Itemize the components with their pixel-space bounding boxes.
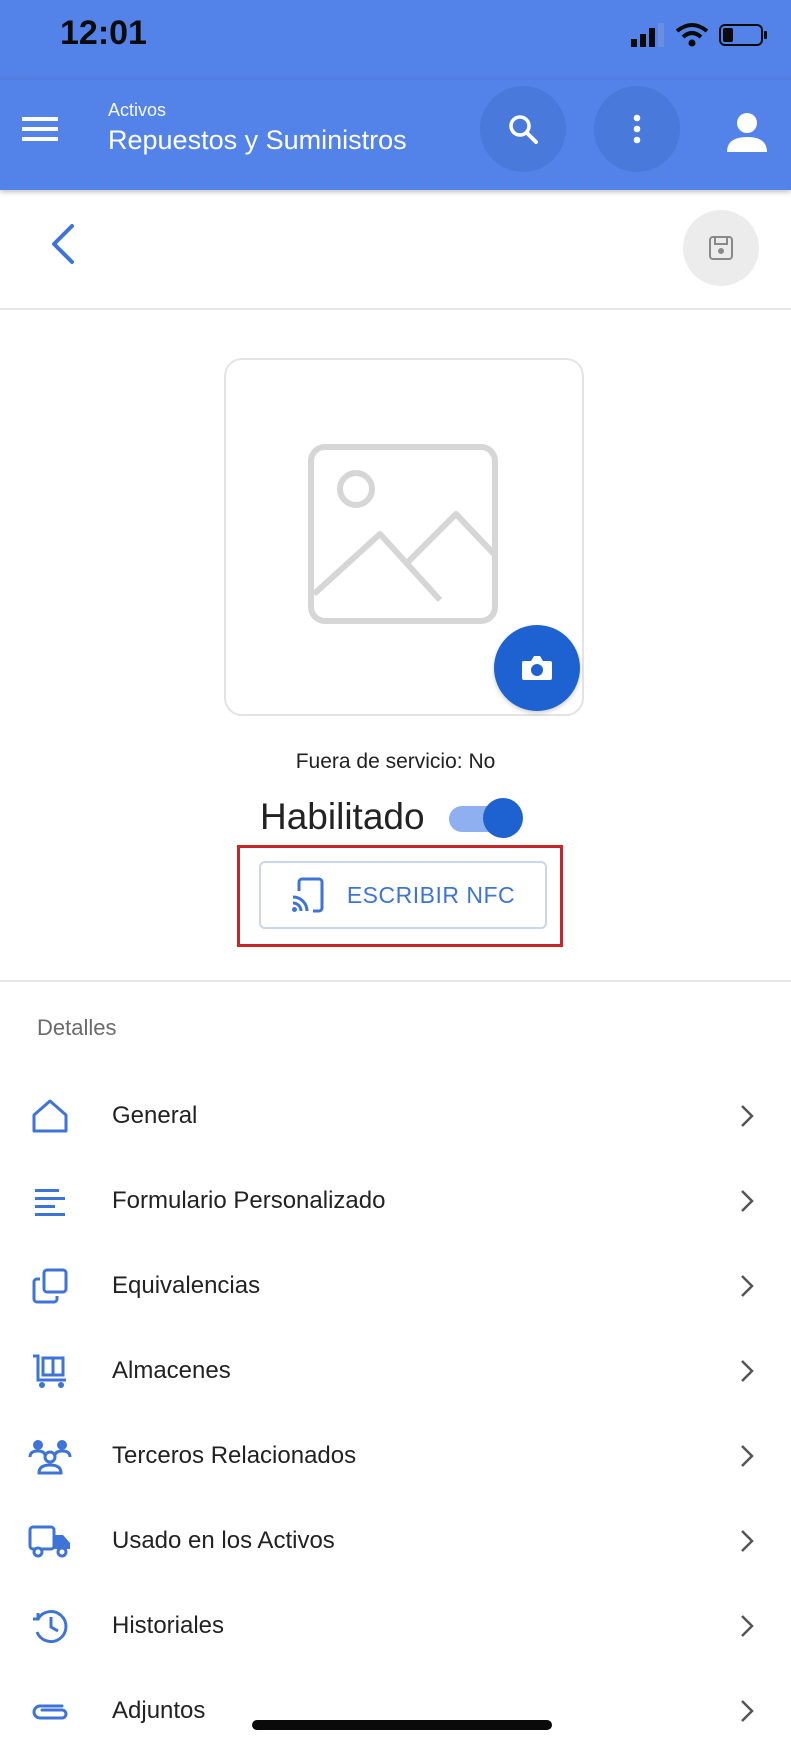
list-item-label: Formulario Personalizado	[112, 1186, 386, 1214]
menu-button[interactable]	[22, 114, 70, 154]
chevron-right-icon	[741, 1444, 754, 1467]
list-item-equivalences[interactable]: Equivalencias	[0, 1243, 791, 1328]
chevron-right-icon	[741, 1274, 754, 1297]
more-options-button[interactable]	[594, 86, 680, 172]
detail-toolbar	[0, 190, 791, 310]
list-item-label: Historiales	[112, 1611, 225, 1639]
list-item-general[interactable]: General	[0, 1073, 791, 1158]
write-nfc-label: ESCRIBIR NFC	[346, 881, 516, 908]
details-list: General Formulario Personalizado Equival…	[0, 1073, 791, 1753]
image-icon	[308, 444, 498, 624]
back-button[interactable]	[48, 222, 88, 272]
list-item-used-in-assets[interactable]: Usado en los Activos	[0, 1498, 791, 1583]
list-item-custom-form[interactable]: Formulario Personalizado	[0, 1158, 791, 1243]
camera-button[interactable]	[494, 625, 580, 711]
list-item-label: Adjuntos	[112, 1696, 206, 1724]
signal-icon	[631, 23, 664, 47]
truck-icon	[27, 1518, 73, 1564]
paperclip-icon	[27, 1688, 73, 1734]
app-bar: Activos Repuestos y Suministros	[0, 80, 791, 190]
list-item-label: General	[112, 1101, 198, 1129]
enabled-toggle[interactable]	[448, 798, 523, 838]
search-button[interactable]	[480, 86, 566, 172]
app-bar-title: Repuestos y Suministros	[108, 125, 407, 155]
history-icon	[27, 1603, 73, 1649]
list-item-label: Usado en los Activos	[112, 1526, 335, 1554]
copy-icon	[27, 1263, 73, 1309]
home-icon	[27, 1093, 73, 1139]
save-button[interactable]	[683, 210, 759, 286]
nfc-icon	[291, 877, 324, 913]
list-item-label: Terceros Relacionados	[112, 1441, 357, 1469]
list-item-related-parties[interactable]: Terceros Relacionados	[0, 1413, 791, 1498]
chevron-left-icon	[52, 224, 74, 264]
list-item-label: Almacenes	[112, 1356, 231, 1384]
app-bar-titles: Activos Repuestos y Suministros	[108, 100, 407, 156]
app-bar-subtitle: Activos	[108, 100, 167, 120]
status-icons	[631, 22, 769, 48]
enabled-label: Habilitado	[260, 796, 425, 837]
details-section-title: Detalles	[37, 1015, 117, 1040]
chevron-right-icon	[741, 1699, 754, 1722]
chevron-right-icon	[741, 1189, 754, 1212]
write-nfc-button[interactable]: ESCRIBIR NFC	[259, 861, 547, 929]
chevron-right-icon	[741, 1104, 754, 1127]
camera-icon	[522, 656, 552, 680]
toggle-knob	[482, 798, 523, 838]
home-indicator[interactable]	[252, 1720, 552, 1730]
list-item-warehouses[interactable]: Almacenes	[0, 1328, 791, 1413]
save-icon	[709, 236, 733, 260]
list-item-label: Equivalencias	[112, 1271, 261, 1299]
status-time: 12:01	[60, 14, 147, 52]
user-icon	[727, 113, 767, 152]
warehouse-cart-icon	[27, 1348, 73, 1394]
chevron-right-icon	[741, 1529, 754, 1552]
search-icon	[509, 115, 538, 144]
status-bar: 12:01	[0, 0, 791, 80]
menu-icon	[22, 117, 58, 141]
list-item-attachments[interactable]: Adjuntos	[0, 1668, 791, 1753]
list-item-histories[interactable]: Historiales	[0, 1583, 791, 1668]
chevron-right-icon	[741, 1614, 754, 1637]
out-of-service-status: Fuera de servicio: No	[295, 750, 496, 773]
people-icon	[27, 1433, 73, 1479]
section-divider	[0, 980, 791, 982]
wifi-icon	[675, 23, 709, 47]
user-button[interactable]	[717, 102, 777, 162]
battery-icon	[719, 24, 767, 46]
more-vert-icon	[633, 114, 641, 144]
enabled-row: Habilitado	[260, 796, 523, 838]
chevron-right-icon	[741, 1359, 754, 1382]
lines-icon	[27, 1178, 73, 1224]
